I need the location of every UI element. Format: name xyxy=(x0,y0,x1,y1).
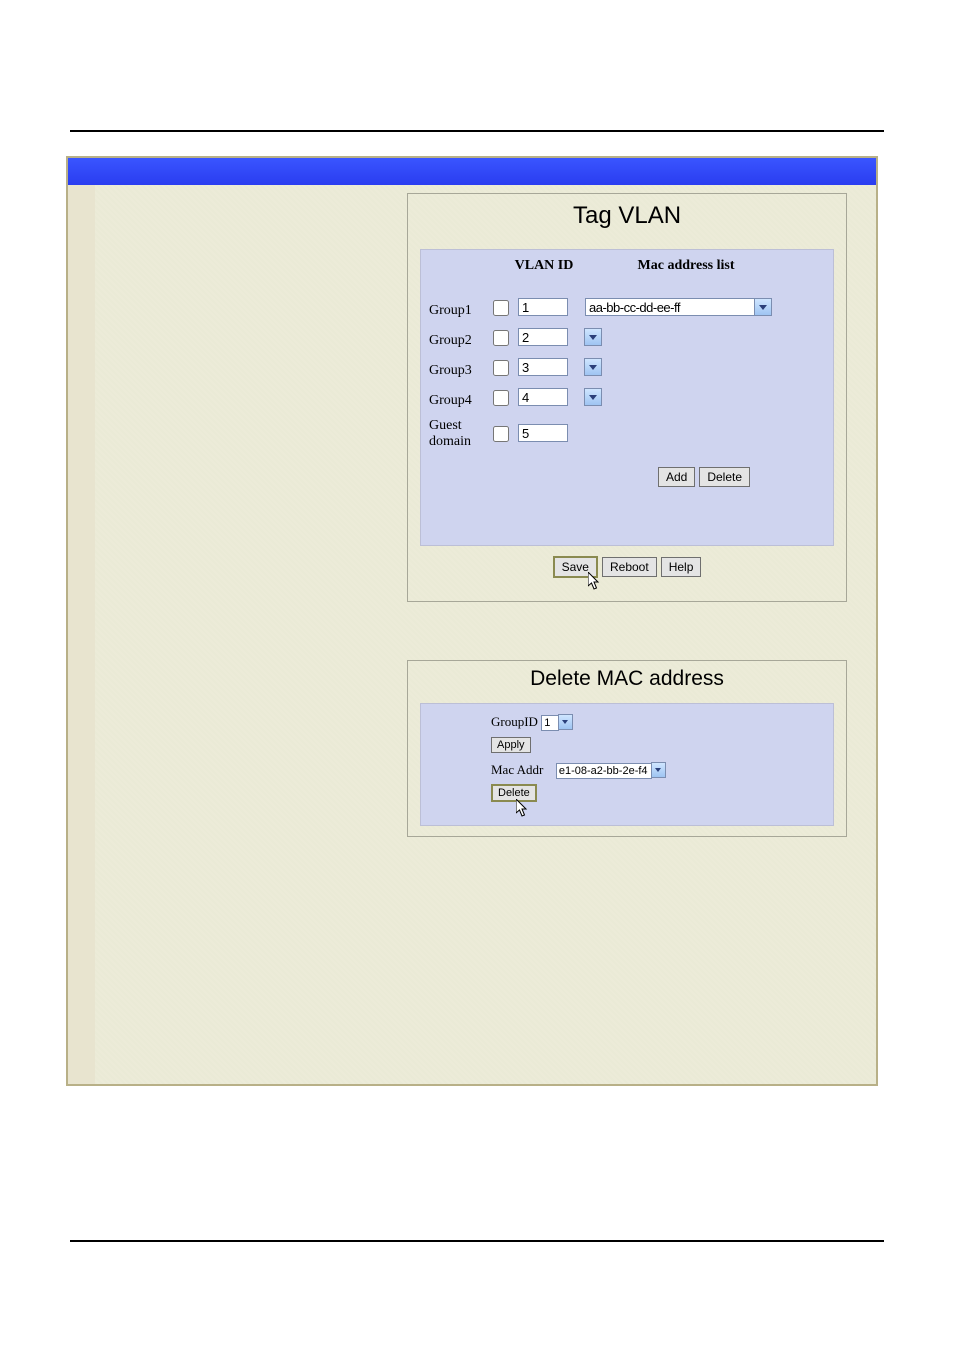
group3-vlan-id-input[interactable] xyxy=(518,358,568,376)
delete-mac-button[interactable]: Delete xyxy=(491,784,537,802)
reboot-button[interactable]: Reboot xyxy=(602,557,657,577)
delete-row: Delete xyxy=(491,784,537,802)
group3-label: Group3 xyxy=(429,358,489,384)
group3-mac-dropdown[interactable] xyxy=(584,358,602,376)
tag-vlan-body: VLAN ID Mac address list Group1 Group2 xyxy=(420,249,834,546)
group2-mac-dropdown[interactable] xyxy=(584,328,602,346)
group2-label: Group2 xyxy=(429,328,489,354)
group4-vlan-id-input[interactable] xyxy=(518,388,568,406)
macaddr-dropdown[interactable] xyxy=(651,762,666,778)
tag-vlan-title: Tag VLAN xyxy=(408,202,846,230)
macaddr-input[interactable] xyxy=(556,763,652,779)
group1-mac-input[interactable] xyxy=(585,298,755,316)
group-row-2: Group2 xyxy=(429,328,602,354)
macaddr-label: Mac Addr xyxy=(491,762,543,778)
group2-vlan-id-input[interactable] xyxy=(518,328,568,346)
group-row-guest: Guest domain xyxy=(429,418,568,454)
group1-mac-dropdown[interactable] xyxy=(754,298,772,316)
app-window: Tag VLAN VLAN ID Mac address list Group1 xyxy=(66,156,878,1086)
group1-checkbox[interactable] xyxy=(493,300,509,316)
help-button[interactable]: Help xyxy=(661,557,702,577)
window-titlebar[interactable] xyxy=(68,158,876,185)
group1-vlan-id-input[interactable] xyxy=(518,298,568,316)
group4-label: Group4 xyxy=(429,388,489,414)
guest-domain-vlan-id-input[interactable] xyxy=(518,424,568,442)
add-button[interactable]: Add xyxy=(658,467,695,487)
group-row-3: Group3 xyxy=(429,358,602,384)
tag-vlan-panel: Tag VLAN VLAN ID Mac address list Group1 xyxy=(407,193,847,602)
group2-checkbox[interactable] xyxy=(493,330,509,346)
column-header-mac-list: Mac address list xyxy=(611,258,761,274)
macaddr-field: Mac Addr xyxy=(491,762,666,779)
delete-mac-title: Delete MAC address xyxy=(408,667,846,691)
divider-bottom xyxy=(70,1240,884,1242)
group-row-1: Group1 xyxy=(429,298,772,324)
cursor-icon-2 xyxy=(516,799,530,819)
page: Tag VLAN VLAN ID Mac address list Group1 xyxy=(0,0,954,1355)
groupid-label: GroupID xyxy=(491,714,538,730)
delete-mac-panel: Delete MAC address GroupID Apply Mac Add… xyxy=(407,660,847,837)
groupid-input[interactable] xyxy=(541,715,559,731)
groupid-field: GroupID xyxy=(491,714,573,731)
content-area: Tag VLAN VLAN ID Mac address list Group1 xyxy=(95,185,876,1084)
add-delete-row: Add Delete xyxy=(421,467,833,487)
group4-mac-dropdown[interactable] xyxy=(584,388,602,406)
bottom-buttons-row: Save Reboot Help xyxy=(408,556,846,578)
apply-row: Apply xyxy=(491,736,531,753)
apply-button[interactable]: Apply xyxy=(491,737,531,753)
divider-top xyxy=(70,130,884,132)
guest-domain-checkbox[interactable] xyxy=(493,426,509,442)
group1-label: Group1 xyxy=(429,298,489,324)
column-header-vlan-id: VLAN ID xyxy=(507,258,581,274)
guest-domain-label: Guest domain xyxy=(429,418,489,450)
group4-checkbox[interactable] xyxy=(493,390,509,406)
group-row-4: Group4 xyxy=(429,388,602,414)
groupid-dropdown[interactable] xyxy=(558,714,573,730)
delete-mac-body: GroupID Apply Mac Addr Delete xyxy=(420,703,834,826)
delete-button[interactable]: Delete xyxy=(699,467,750,487)
group3-checkbox[interactable] xyxy=(493,360,509,376)
save-button[interactable]: Save xyxy=(553,556,598,578)
